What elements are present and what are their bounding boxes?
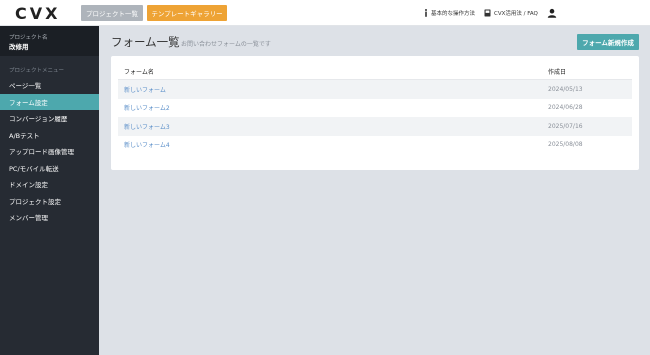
form-name-link[interactable]: 新しいフォーム2 xyxy=(118,103,542,112)
sidebar-item-member-management[interactable]: メンバー管理 xyxy=(0,209,99,226)
sidebar-item-pc-mobile-transfer[interactable]: PC/モバイル転送 xyxy=(0,160,99,177)
page-subtitle: お問い合わせフォームの一覧です xyxy=(181,41,271,48)
faq-link[interactable]: CVX活用法 / FAQ xyxy=(484,8,538,18)
project-menu: ページ一覧 フォーム設定 コンバージョン履歴 A/Bテスト アップロード画像管理… xyxy=(0,77,99,226)
table-row: 新しいフォーム3 2025/07/16 xyxy=(118,117,632,136)
column-header-created-date: 作成日 xyxy=(548,69,567,76)
sidebar-item-domain-settings[interactable]: ドメイン設定 xyxy=(0,176,99,193)
form-list-panel: フォーム名 作成日 新しいフォーム 2024/05/13 新しいフォーム2 20… xyxy=(111,56,639,170)
info-icon xyxy=(425,9,427,17)
table-row: 新しいフォーム4 2025/08/08 xyxy=(118,136,632,155)
form-name-link[interactable]: 新しいフォーム xyxy=(118,85,542,94)
template-gallery-button[interactable]: テンプレートギャラリー xyxy=(147,5,227,21)
sidebar: プロジェクト名 改修用 プロジェクトメニュー ページ一覧 フォーム設定 コンバー… xyxy=(0,26,99,355)
cvx-logo[interactable]: CVX xyxy=(15,3,61,23)
table-row: 新しいフォーム 2024/05/13 xyxy=(118,80,632,99)
new-form-button[interactable]: フォーム新規作成 xyxy=(577,34,639,50)
table-row: 新しいフォーム2 2024/06/28 xyxy=(118,99,632,118)
form-name-link[interactable]: 新しいフォーム3 xyxy=(118,122,542,131)
created-date: 2025/07/16 xyxy=(548,122,583,130)
basic-operations-label: 基本的な操作方法 xyxy=(431,11,476,17)
project-name-label: プロジェクト名 xyxy=(9,35,48,41)
table-header: フォーム名 作成日 xyxy=(118,64,632,80)
logo-text: CVX xyxy=(15,3,61,23)
created-date: 2024/06/28 xyxy=(548,104,583,112)
sidebar-item-page-list[interactable]: ページ一覧 xyxy=(0,77,99,94)
sidebar-item-ab-test[interactable]: A/Bテスト xyxy=(0,127,99,144)
created-date: 2025/08/08 xyxy=(548,141,583,149)
created-date: 2024/05/13 xyxy=(548,85,583,93)
top-header: CVX プロジェクト一覧 テンプレートギャラリー 基本的な操作方法 CVX活用法… xyxy=(0,0,650,26)
sidebar-item-form-settings[interactable]: フォーム設定 xyxy=(0,93,99,110)
sidebar-item-conversion-history[interactable]: コンバージョン履歴 xyxy=(0,110,99,127)
project-name: 改修用 xyxy=(9,43,29,51)
sidebar-item-project-settings[interactable]: プロジェクト設定 xyxy=(0,193,99,210)
book-icon xyxy=(484,9,491,17)
column-header-form-name: フォーム名 xyxy=(124,69,154,76)
user-icon[interactable] xyxy=(547,8,557,18)
project-info: プロジェクト名 改修用 xyxy=(0,26,99,56)
basic-operations-link[interactable]: 基本的な操作方法 xyxy=(424,8,475,18)
project-menu-heading: プロジェクトメニュー xyxy=(9,68,65,74)
form-table: フォーム名 作成日 新しいフォーム 2024/05/13 新しいフォーム2 20… xyxy=(118,64,632,154)
page-title: フォーム一覧 xyxy=(111,35,180,49)
form-name-link[interactable]: 新しいフォーム4 xyxy=(118,140,542,149)
project-list-button[interactable]: プロジェクト一覧 xyxy=(81,5,143,21)
faq-label: CVX活用法 / FAQ xyxy=(494,11,538,17)
sidebar-item-image-management[interactable]: アップロード画像管理 xyxy=(0,143,99,160)
